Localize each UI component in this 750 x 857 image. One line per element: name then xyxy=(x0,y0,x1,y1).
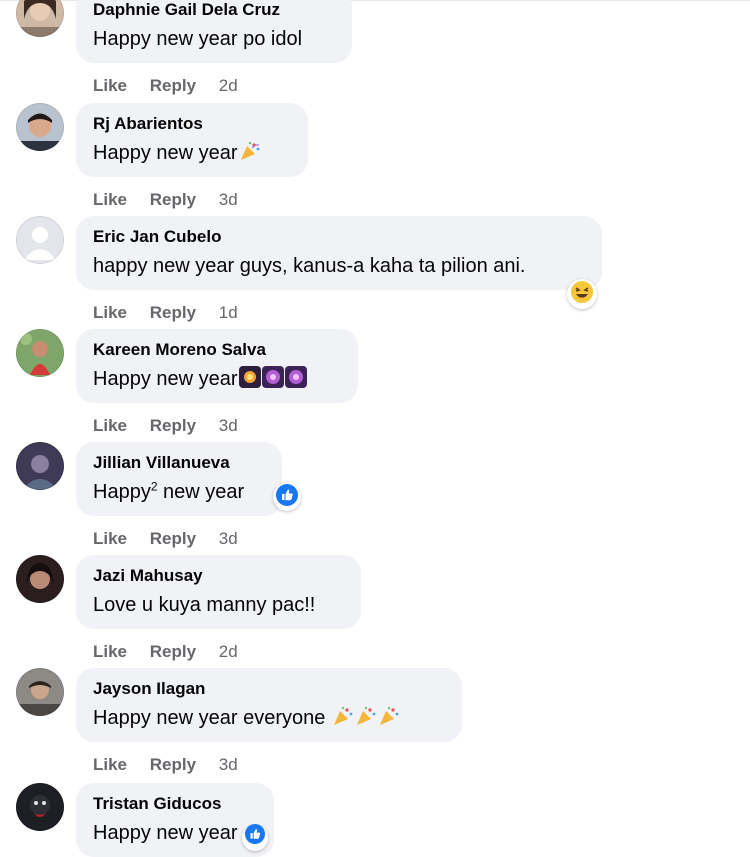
comment-timestamp[interactable]: 2d xyxy=(219,642,238,661)
like-button[interactable]: Like xyxy=(93,303,127,322)
comment-item: Jayson Ilagan Happy new year everyone Li… xyxy=(0,668,750,781)
comment-bubble: Jillian Villanueva Happy2 new year xyxy=(76,442,282,516)
comment-bubble: Rj Abarientos Happy new year xyxy=(76,103,308,177)
party-popper-icon xyxy=(355,705,377,735)
comment-bubble: Kareen Moreno Salva Happy new year xyxy=(76,329,358,403)
avatar[interactable] xyxy=(16,668,64,716)
party-popper-icon xyxy=(332,705,354,735)
comment-item: Daphnie Gail Dela Cruz Happy new year po… xyxy=(0,0,750,102)
avatar[interactable] xyxy=(16,555,64,603)
comment-timestamp[interactable]: 1d xyxy=(219,303,238,322)
comment-actions: Like Reply 3d xyxy=(93,528,238,550)
avatar[interactable] xyxy=(16,783,64,831)
reaction-badge[interactable] xyxy=(241,824,268,852)
comment-text: Happy new year xyxy=(93,365,341,396)
comment-bubble: Jazi Mahusay Love u kuya manny pac!! xyxy=(76,555,361,629)
reply-button[interactable]: Reply xyxy=(150,76,196,95)
comment-actions: Like Reply 3d xyxy=(93,415,238,437)
reply-button[interactable]: Reply xyxy=(150,190,196,209)
comment-text: Happy new year po idol xyxy=(93,28,303,50)
comment-actions: Like Reply 2d xyxy=(93,75,238,97)
comment-timestamp[interactable]: 3d xyxy=(219,755,238,774)
party-popper-icon xyxy=(239,140,261,170)
comment-author[interactable]: Jillian Villanueva xyxy=(93,452,265,474)
reaction-badge[interactable] xyxy=(567,279,597,309)
comment-author[interactable]: Daphnie Gail Dela Cruz xyxy=(93,0,335,21)
comment-actions: Like Reply 2d xyxy=(93,641,238,663)
like-button[interactable]: Like xyxy=(93,416,127,435)
like-button[interactable]: Like xyxy=(93,190,127,209)
comment-item: Kareen Moreno Salva Happy new year Like … xyxy=(0,329,750,442)
reply-button[interactable]: Reply xyxy=(150,303,196,322)
comment-timestamp[interactable]: 2d xyxy=(219,76,238,95)
reply-button[interactable]: Reply xyxy=(150,642,196,661)
comment-bubble: Jayson Ilagan Happy new year everyone xyxy=(76,668,462,742)
comment-item: Jillian Villanueva Happy2 new year Like … xyxy=(0,442,750,555)
like-button[interactable]: Like xyxy=(93,755,127,774)
reply-button[interactable]: Reply xyxy=(150,529,196,548)
comment-text: Happy new year everyone xyxy=(93,704,445,735)
avatar[interactable] xyxy=(16,442,64,490)
comment-author[interactable]: Jazi Mahusay xyxy=(93,565,344,587)
comment-text: Love u kuya manny pac!! xyxy=(93,594,316,616)
haha-icon xyxy=(570,280,594,309)
sparkler-icon xyxy=(261,366,284,396)
fireworks-icon xyxy=(238,366,261,396)
comment-author[interactable]: Kareen Moreno Salva xyxy=(93,339,341,361)
avatar[interactable] xyxy=(16,216,64,264)
comment-text: happy new year guys, kanus-a kaha ta pil… xyxy=(93,255,526,277)
comment-actions: Like Reply 3d xyxy=(93,754,238,776)
like-icon xyxy=(276,483,298,511)
comment-timestamp[interactable]: 3d xyxy=(219,190,238,209)
comment-author[interactable]: Rj Abarientos xyxy=(93,113,291,135)
comment-item: Rj Abarientos Happy new year Like Reply … xyxy=(0,103,750,216)
comment-text: Happy new year xyxy=(93,139,291,170)
like-icon xyxy=(244,824,265,852)
comment-item: Eric Jan Cubelo happy new year guys, kan… xyxy=(0,216,750,329)
comment-author[interactable]: Tristan Giducos xyxy=(93,793,257,815)
comment-author[interactable]: Eric Jan Cubelo xyxy=(93,226,585,248)
comment-author[interactable]: Jayson Ilagan xyxy=(93,678,445,700)
reaction-badge[interactable] xyxy=(273,483,301,511)
reply-button[interactable]: Reply xyxy=(150,416,196,435)
comment-text: Happy2 new year xyxy=(93,479,245,503)
party-popper-icon xyxy=(378,705,400,735)
comment-timestamp[interactable]: 3d xyxy=(219,529,238,548)
comment-item: Tristan Giducos Happy new year xyxy=(0,783,750,857)
avatar[interactable] xyxy=(16,329,64,377)
like-button[interactable]: Like xyxy=(93,642,127,661)
like-button[interactable]: Like xyxy=(93,529,127,548)
comment-actions: Like Reply 1d xyxy=(93,302,238,324)
comment-text: Happy new year xyxy=(93,819,268,851)
comment-timestamp[interactable]: 3d xyxy=(219,416,238,435)
comment-bubble: Tristan Giducos Happy new year xyxy=(76,783,274,857)
reply-button[interactable]: Reply xyxy=(150,755,196,774)
comment-bubble: Daphnie Gail Dela Cruz Happy new year po… xyxy=(76,0,352,63)
comment-item: Jazi Mahusay Love u kuya manny pac!! Lik… xyxy=(0,555,750,668)
sparkler-icon xyxy=(284,366,307,396)
comment-actions: Like Reply 3d xyxy=(93,189,238,211)
avatar[interactable] xyxy=(16,103,64,151)
like-button[interactable]: Like xyxy=(93,76,127,95)
avatar[interactable] xyxy=(16,0,64,37)
comment-bubble: Eric Jan Cubelo happy new year guys, kan… xyxy=(76,216,602,290)
